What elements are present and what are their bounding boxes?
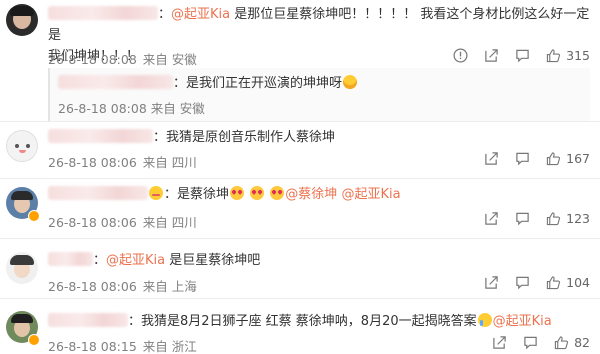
mention-link[interactable]: @起亚Kia <box>493 314 552 329</box>
blush-emoji <box>149 186 163 200</box>
share-button[interactable] <box>484 48 499 63</box>
exclamation-circle-icon <box>453 48 468 63</box>
share-button[interactable] <box>484 151 499 166</box>
share-button[interactable] <box>484 275 499 290</box>
comment-item: ：@起亚Kia 是那位巨星蔡徐坤吧！！！！！ 我看这个身材比例这么好一定是 我们… <box>0 0 600 124</box>
blurred-username <box>48 6 158 20</box>
avatar[interactable] <box>6 130 38 162</box>
like-count: 82 <box>574 335 590 350</box>
comment-button[interactable] <box>515 211 530 226</box>
comment-icon <box>524 336 537 350</box>
crying-emoji <box>477 313 492 327</box>
mention-link[interactable]: @起亚Kia <box>106 253 165 268</box>
blurred-username <box>48 186 148 200</box>
reply-text: ：是我们正在开巡演的坤坤呀 <box>58 74 358 94</box>
comment-meta: 26-8-18 08:08 来自 安徽 <box>48 49 203 68</box>
comment-meta: 26-8-18 08:15 来自 浙江 <box>48 339 197 354</box>
comment-icon <box>516 212 529 226</box>
heart-eyes-emoji <box>230 186 245 200</box>
comment-icon <box>516 49 529 63</box>
comment-item: ：我猜是原创音乐制作人蔡徐坤 26-8-18 08:06 来自 四川 167 <box>0 122 600 180</box>
comment-button[interactable] <box>515 48 530 63</box>
like-button[interactable]: 123 <box>546 211 590 226</box>
thumbs-up-icon <box>546 212 561 226</box>
report-button[interactable] <box>453 48 468 63</box>
share-icon <box>485 276 498 289</box>
comment-text: ：我猜是原创音乐制作人蔡徐坤 <box>48 127 590 148</box>
like-button[interactable]: 167 <box>546 151 590 166</box>
comment-actions: 82 <box>476 335 590 350</box>
heart-eyes-emoji <box>270 186 285 200</box>
avatar[interactable] <box>6 4 38 36</box>
comment-icon <box>516 152 529 166</box>
comment-actions: 123 <box>468 211 590 226</box>
reply-meta: 26-8-18 08:08 来自 安徽 <box>58 101 205 116</box>
blurred-username <box>58 75 173 89</box>
like-button[interactable]: 82 <box>554 335 590 350</box>
blurred-username <box>48 129 153 143</box>
heart-eyes-emoji <box>250 186 265 200</box>
like-count: 104 <box>566 275 590 290</box>
mention-link[interactable]: @蔡徐坤 <box>285 187 337 202</box>
share-button[interactable] <box>492 335 507 350</box>
comment-button[interactable] <box>515 151 530 166</box>
comment-meta: 26-8-18 08:06 来自 上海 <box>48 279 197 294</box>
thumbs-up-icon <box>546 152 561 166</box>
thumbs-up-icon <box>546 276 561 290</box>
comment-meta: 26-8-18 08:06 来自 四川 <box>48 215 197 230</box>
share-icon <box>485 152 498 165</box>
comment-item: ：我猜是8月2日狮子座 红蔡 蔡徐坤呐，8月20一起揭晓答案 @起亚Kia 26-… <box>0 299 600 354</box>
verified-badge <box>28 334 40 346</box>
comment-text: ：@起亚Kia 是巨星蔡徐坤吧 <box>48 250 590 271</box>
comment-source: 来自 安徽 <box>142 52 197 67</box>
blurred-username <box>48 313 128 327</box>
comment-text: ：我猜是8月2日狮子座 红蔡 蔡徐坤呐，8月20一起揭晓答案 @起亚Kia <box>48 311 590 332</box>
comment-meta: 26-8-18 08:06 来自 四川 <box>48 155 197 170</box>
like-count: 123 <box>566 211 590 226</box>
like-count: 167 <box>566 151 590 166</box>
comment-date: 26-8-18 08:08 <box>48 52 137 67</box>
share-button[interactable] <box>484 211 499 226</box>
like-count: 315 <box>566 48 590 63</box>
share-icon <box>485 49 498 62</box>
blurred-username <box>48 252 93 266</box>
thumbs-up-icon <box>546 49 561 63</box>
reply-box: ：是我们正在开巡演的坤坤呀 26-8-18 08:08 来自 安徽 <box>48 68 590 122</box>
comment-item: ：是蔡徐坤 @蔡徐坤 @起亚Kia 26-8-18 08:06 来自 四川 123 <box>0 179 600 237</box>
share-icon <box>493 336 506 349</box>
like-button[interactable]: 315 <box>546 48 590 63</box>
comment-item: ：@起亚Kia 是巨星蔡徐坤吧 26-8-18 08:06 来自 上海 104 <box>0 239 600 297</box>
comment-actions: 315 <box>437 48 590 63</box>
comment-actions: 167 <box>468 151 590 166</box>
comment-button[interactable] <box>523 335 538 350</box>
thumbs-up-icon <box>554 336 569 350</box>
comment-text: ：是蔡徐坤 @蔡徐坤 @起亚Kia <box>48 184 590 205</box>
mention-link[interactable]: @起亚Kia <box>171 7 230 22</box>
comment-button[interactable] <box>515 275 530 290</box>
comment-icon <box>516 276 529 290</box>
avatar[interactable] <box>6 252 38 284</box>
mention-link[interactable]: @起亚Kia <box>341 187 400 202</box>
grin-emoji <box>343 75 358 89</box>
share-icon <box>485 212 498 225</box>
verified-badge <box>28 210 40 222</box>
like-button[interactable]: 104 <box>546 275 590 290</box>
comment-actions: 104 <box>468 275 590 290</box>
